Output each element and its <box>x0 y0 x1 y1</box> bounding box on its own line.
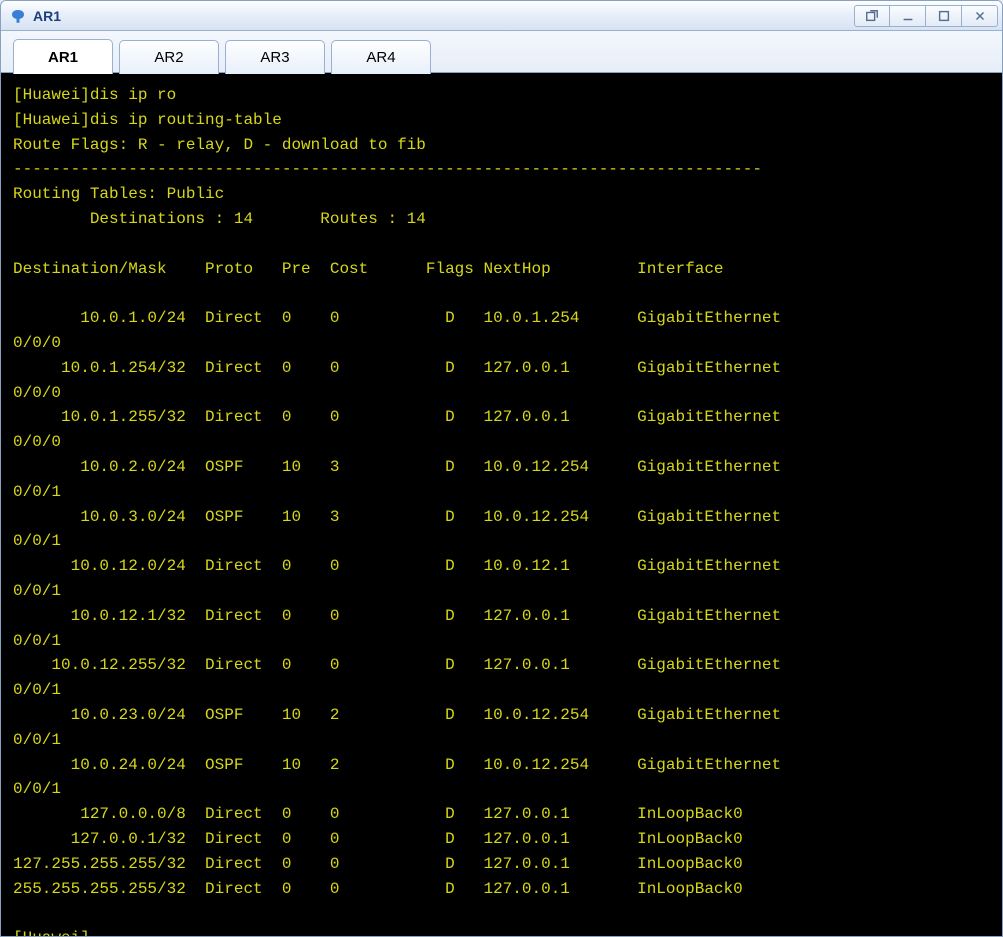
tab-label: AR3 <box>260 49 289 66</box>
tab-label: AR4 <box>366 49 395 66</box>
app-icon <box>9 7 27 25</box>
window-title: AR1 <box>33 8 854 24</box>
popout-button[interactable] <box>854 5 890 27</box>
titlebar[interactable]: AR1 <box>1 1 1002 31</box>
terminal-output[interactable]: [Huawei]dis ip ro [Huawei]dis ip routing… <box>1 73 1002 936</box>
minimize-button[interactable] <box>890 5 926 27</box>
app-window: AR1 AR1 AR2 AR3 AR4 [Huawei]dis ip ro [Huaw… <box>0 0 1003 937</box>
tab-label: AR2 <box>154 49 183 66</box>
tabs-bar: AR1 AR2 AR3 AR4 <box>1 31 1002 73</box>
tab-ar1[interactable]: AR1 <box>13 39 113 74</box>
close-button[interactable] <box>962 5 998 27</box>
tab-ar3[interactable]: AR3 <box>225 40 325 74</box>
maximize-button[interactable] <box>926 5 962 27</box>
tab-label: AR1 <box>48 49 78 66</box>
tab-ar2[interactable]: AR2 <box>119 40 219 74</box>
window-controls <box>854 5 998 27</box>
tab-ar4[interactable]: AR4 <box>331 40 431 74</box>
